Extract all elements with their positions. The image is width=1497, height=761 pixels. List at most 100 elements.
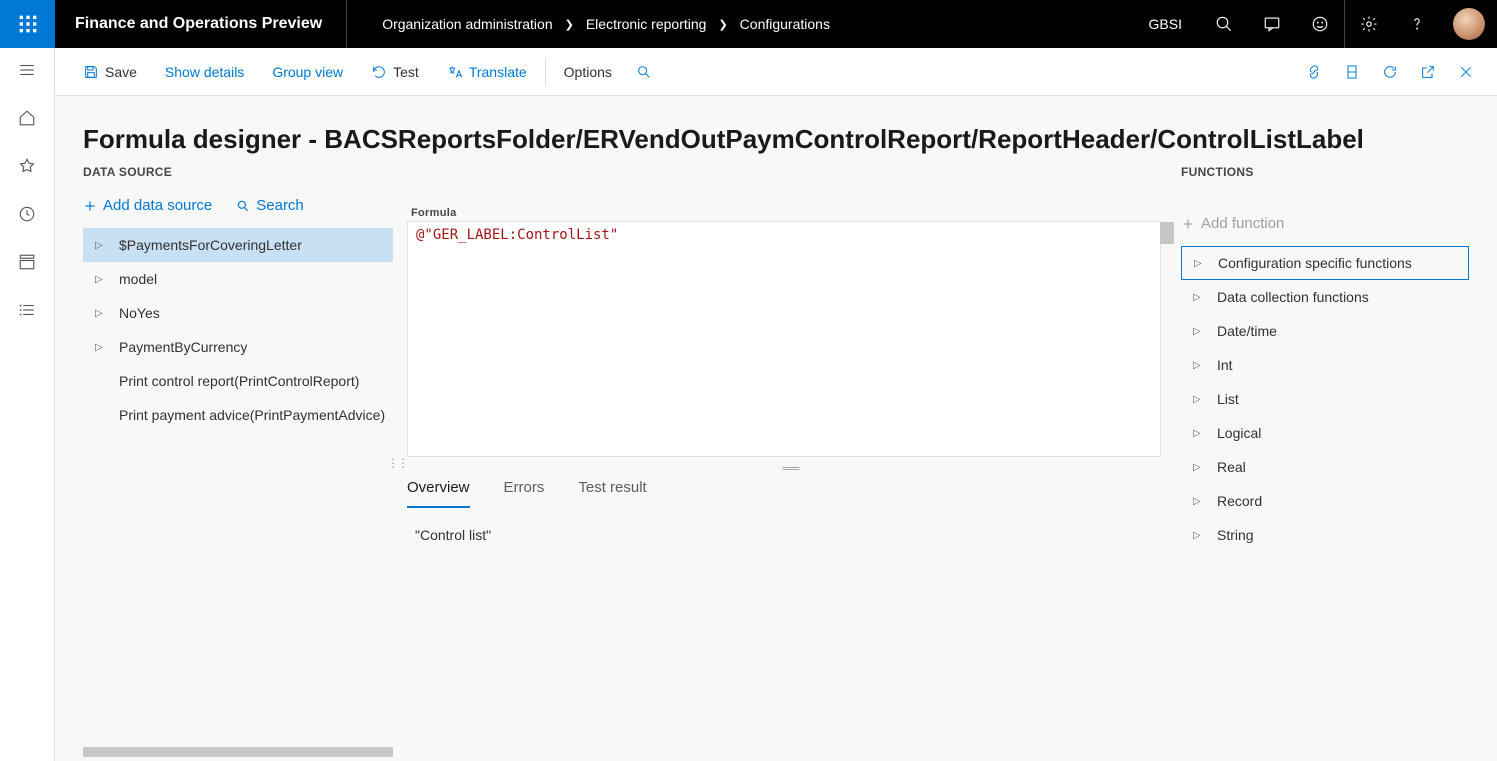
- company-picker[interactable]: GBSI: [1131, 16, 1200, 32]
- messages-button[interactable]: [1248, 0, 1296, 48]
- nav-expand-button[interactable]: [17, 60, 37, 80]
- vertical-scrollbar[interactable]: [1160, 222, 1174, 244]
- expand-caret-icon[interactable]: ▷: [95, 240, 105, 251]
- overview-result: "Control list": [407, 527, 1175, 543]
- translate-button[interactable]: Translate: [433, 48, 541, 96]
- find-button[interactable]: [626, 48, 662, 96]
- expand-caret-icon[interactable]: ▷: [1193, 428, 1203, 439]
- functions-panel: Functions Add function ▷Configuration sp…: [1181, 165, 1469, 761]
- options-button[interactable]: Options: [550, 48, 626, 96]
- nav-favorites[interactable]: [17, 156, 37, 176]
- breadcrumb-org-admin[interactable]: Organization administration: [382, 16, 552, 32]
- search-button[interactable]: [1200, 0, 1248, 48]
- datasource-tree-row[interactable]: ▷ $PaymentsForCoveringLetter: [83, 228, 393, 262]
- functions-tree-row[interactable]: ▷Real: [1181, 450, 1469, 484]
- tree-item-label: Configuration specific functions: [1218, 255, 1412, 271]
- user-avatar[interactable]: [1453, 8, 1485, 40]
- test-button[interactable]: Test: [357, 48, 433, 96]
- left-nav-rail: [0, 48, 55, 761]
- group-view-button[interactable]: Group view: [258, 48, 357, 96]
- datasource-tree-row[interactable]: ▷Print payment advice(PrintPaymentAdvice…: [83, 398, 393, 432]
- functions-tree-row[interactable]: ▷Date/time: [1181, 314, 1469, 348]
- show-details-button[interactable]: Show details: [151, 48, 258, 96]
- tree-item-label: $PaymentsForCoveringLetter: [119, 237, 302, 253]
- nav-home[interactable]: [17, 108, 37, 128]
- save-icon: [83, 64, 99, 80]
- separator: [545, 58, 546, 86]
- test-label: Test: [393, 64, 419, 80]
- docs-button[interactable]: [1343, 63, 1361, 81]
- datasource-actions: Add data source Search: [83, 197, 393, 214]
- formula-panel: Formula @"GER_LABEL:ControlList" ══ Over…: [401, 165, 1181, 761]
- expand-caret-icon[interactable]: ▷: [1193, 496, 1203, 507]
- tree-item-label: Print control report(PrintControlReport): [119, 373, 359, 389]
- smile-icon: [1311, 15, 1329, 33]
- functions-tree-row[interactable]: ▷Data collection functions: [1181, 280, 1469, 314]
- horizontal-scrollbar[interactable]: [83, 747, 393, 757]
- breadcrumbs: Organization administration ❯ Electronic…: [347, 16, 830, 32]
- expand-caret-icon[interactable]: ▷: [95, 274, 105, 285]
- close-button[interactable]: [1457, 63, 1475, 81]
- datasource-tree[interactable]: ▷$PaymentsForCoveringLetter▷model▷NoYes▷…: [83, 228, 393, 432]
- expand-caret-icon[interactable]: ▷: [1194, 258, 1204, 269]
- expand-caret-icon[interactable]: ▷: [1193, 462, 1203, 473]
- help-icon: [1408, 15, 1426, 33]
- refresh-button[interactable]: [1381, 63, 1399, 81]
- functions-tree-row[interactable]: ▷ String: [1181, 518, 1469, 552]
- waffle-icon: [18, 14, 38, 34]
- functions-tree-row[interactable]: ▷Record: [1181, 484, 1469, 518]
- tree-item-label: Print payment advice(PrintPaymentAdvice): [119, 407, 385, 423]
- save-button[interactable]: Save: [69, 48, 151, 96]
- tree-item-label: String: [1217, 527, 1254, 543]
- search-icon: [236, 199, 250, 213]
- add-datasource-button[interactable]: Add data source: [83, 197, 212, 214]
- refresh-icon: [371, 64, 387, 80]
- tab-test-result[interactable]: Test result: [578, 479, 646, 508]
- datasource-tree-row[interactable]: ▷model: [83, 262, 393, 296]
- help-button[interactable]: [1393, 0, 1441, 48]
- expand-caret-icon[interactable]: ▷: [1193, 326, 1203, 337]
- tab-errors[interactable]: Errors: [504, 479, 545, 508]
- datasource-tree-row[interactable]: ▷PaymentByCurrency: [83, 330, 393, 364]
- vertical-splitter[interactable]: ⋮⋮: [393, 165, 401, 761]
- breadcrumb-configurations[interactable]: Configurations: [740, 16, 830, 32]
- document-icon: [1344, 64, 1360, 80]
- tree-item-label: Logical: [1217, 425, 1261, 441]
- search-datasource-button[interactable]: Search: [236, 197, 304, 214]
- expand-caret-icon[interactable]: ▷: [1193, 530, 1203, 541]
- datasource-tree-row[interactable]: ▷Print control report(PrintControlReport…: [83, 364, 393, 398]
- functions-tree-row[interactable]: ▷List: [1181, 382, 1469, 416]
- formula-editor[interactable]: @"GER_LABEL:ControlList": [407, 221, 1161, 457]
- expand-caret-icon[interactable]: ▷: [1193, 292, 1203, 303]
- nav-recent[interactable]: [17, 204, 37, 224]
- functions-tree-row[interactable]: ▷ Int: [1181, 348, 1469, 382]
- popout-button[interactable]: [1419, 63, 1437, 81]
- content: Formula designer - BACSReportsFolder/ERV…: [55, 96, 1497, 761]
- expand-caret-icon[interactable]: ▷: [1193, 394, 1203, 405]
- app-launcher[interactable]: [0, 0, 55, 48]
- add-function-label: Add function: [1201, 215, 1284, 232]
- app-title: Finance and Operations Preview: [55, 0, 347, 48]
- horizontal-splitter[interactable]: ══: [407, 457, 1175, 479]
- feedback-button[interactable]: [1296, 0, 1344, 48]
- tab-overview[interactable]: Overview: [407, 479, 470, 508]
- datasource-tree-row[interactable]: ▷NoYes: [83, 296, 393, 330]
- attach-button[interactable]: [1305, 63, 1323, 81]
- add-datasource-label: Add data source: [103, 197, 212, 214]
- topbar-right: GBSI: [1131, 0, 1497, 48]
- functions-tree-row[interactable]: ▷ Configuration specific functions: [1181, 246, 1469, 280]
- command-bar: Save Show details Group view Test Transl…: [55, 48, 1497, 96]
- breadcrumb-electronic-reporting[interactable]: Electronic reporting: [586, 16, 707, 32]
- settings-button[interactable]: [1345, 0, 1393, 48]
- nav-workspaces[interactable]: [17, 252, 37, 272]
- save-label: Save: [105, 64, 137, 80]
- functions-tree[interactable]: ▷ Configuration specific functions ▷Data c…: [1181, 246, 1469, 552]
- expand-caret-icon[interactable]: ▷: [1193, 360, 1203, 371]
- tree-item-label: Int: [1217, 357, 1233, 373]
- expand-caret-icon[interactable]: ▷: [95, 342, 105, 353]
- cmdbar-right: [1305, 63, 1483, 81]
- expand-caret-icon[interactable]: ▷: [95, 308, 105, 319]
- nav-modules[interactable]: [17, 300, 37, 320]
- refresh-icon: [1382, 64, 1398, 80]
- functions-tree-row[interactable]: ▷ Logical: [1181, 416, 1469, 450]
